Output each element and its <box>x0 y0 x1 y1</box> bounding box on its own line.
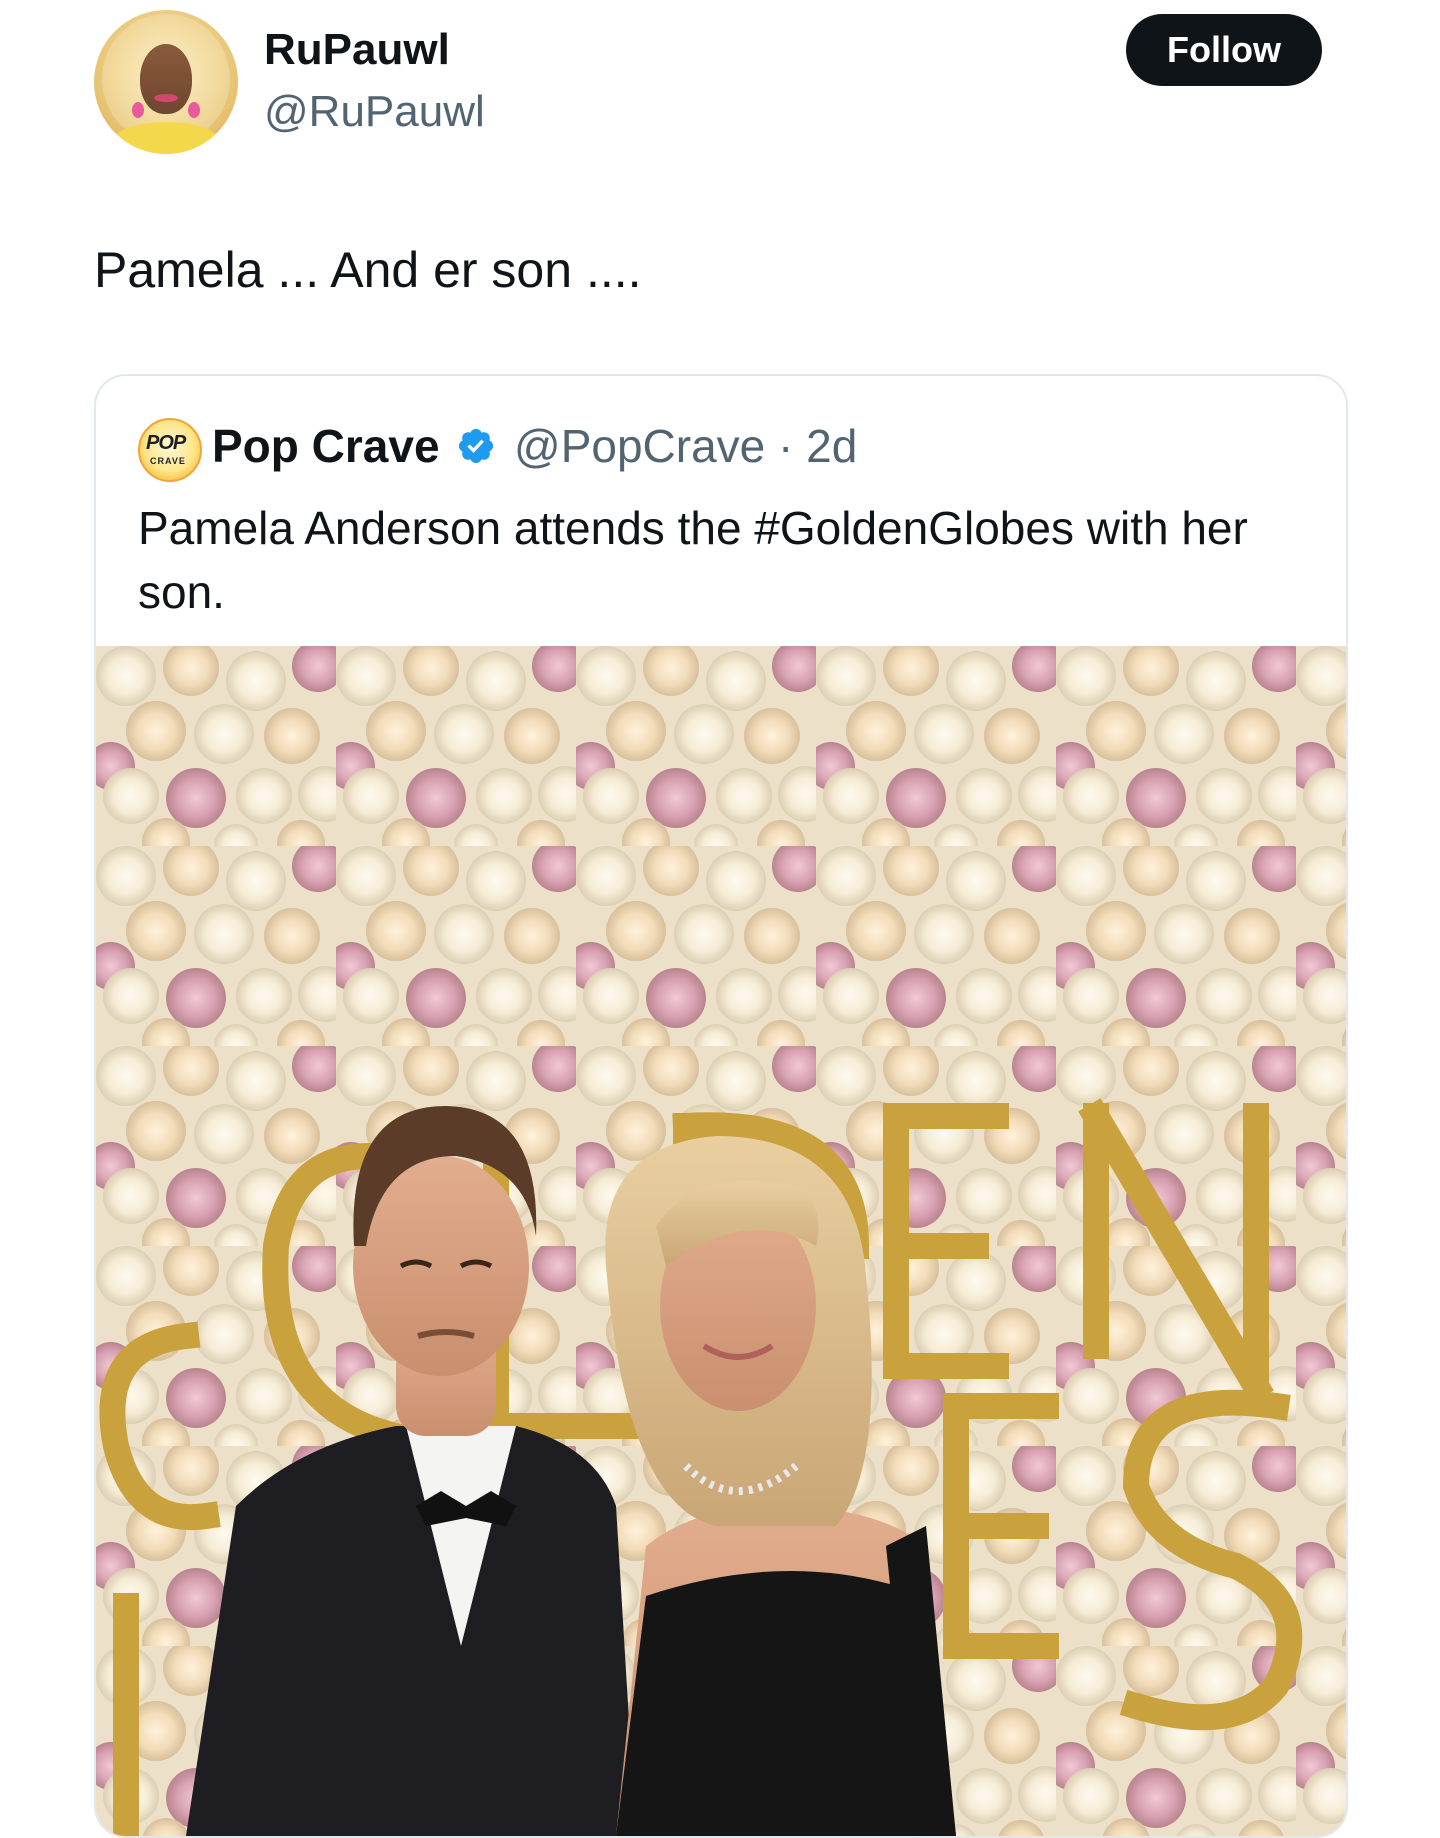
author-avatar[interactable] <box>94 10 238 154</box>
avatar-logo-text-top: POP <box>146 432 186 454</box>
avatar-earring-right <box>188 102 200 118</box>
avatar-top <box>112 122 220 154</box>
avatar-lips <box>154 94 178 102</box>
follow-button[interactable]: Follow <box>1126 14 1322 86</box>
photo-canvas <box>96 646 1346 1836</box>
quoted-tweet-text: Pamela Anderson attends the #GoldenGlobe… <box>138 502 1248 618</box>
quoted-author-avatar[interactable]: POP CRAVE <box>138 418 202 482</box>
quoted-tweet-card[interactable]: POP CRAVE Pop Crave @PopCrave · 2d Pamel… <box>94 374 1348 1838</box>
avatar-logo-text-bottom: CRAVE <box>150 456 186 466</box>
author-display-name[interactable]: RuPauwl <box>264 24 450 76</box>
verified-badge-icon <box>458 428 494 464</box>
avatar-earring-left <box>132 102 144 118</box>
tweet: RuPauwl @RuPauwl Follow Pamela ... And e… <box>0 0 1440 1838</box>
quoted-tweet-photo[interactable] <box>96 646 1346 1836</box>
author-handle[interactable]: @RuPauwl <box>264 86 485 138</box>
avatar-face <box>140 44 192 114</box>
tweet-text: Pamela ... And er son .... <box>94 242 642 298</box>
quoted-author-display-name[interactable]: Pop Crave <box>212 418 440 474</box>
quoted-handle-time[interactable]: @PopCrave · 2d <box>514 418 857 474</box>
